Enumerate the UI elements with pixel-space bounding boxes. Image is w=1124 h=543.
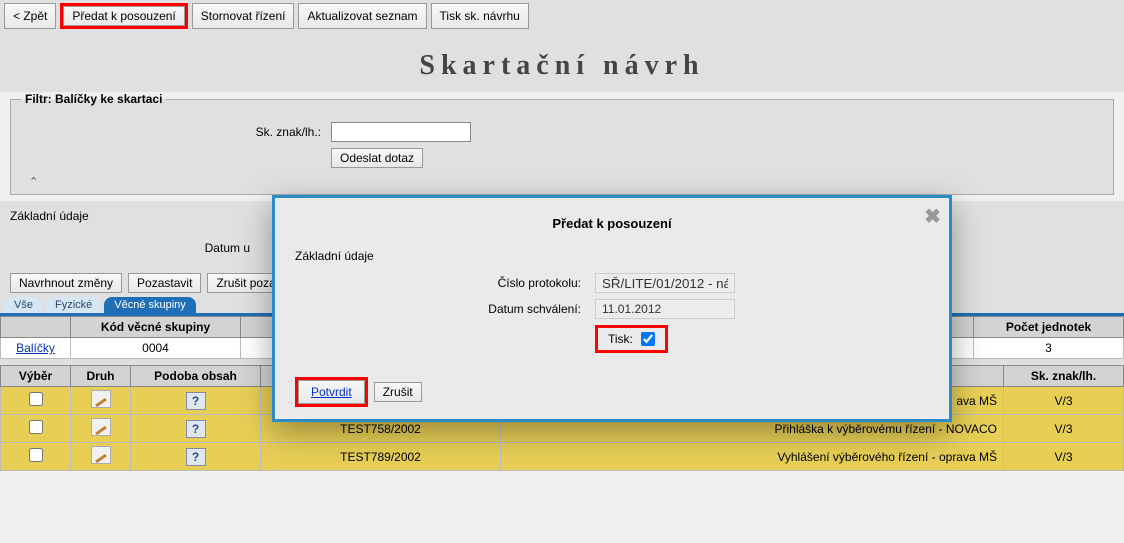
datum-schvaleni-label: Datum schválení:	[295, 302, 595, 316]
filter-legend: Filtr: Balíčky ke skartaci	[21, 92, 166, 106]
zrusit-button[interactable]: Zrušit	[374, 382, 422, 402]
tisk-label: Tisk:	[608, 332, 633, 346]
top-toolbar: < Zpět Předat k posouzení Stornovat říze…	[0, 0, 1124, 32]
odeslat-dotaz-button[interactable]: Odeslat dotaz	[331, 148, 423, 168]
sk-znak-input[interactable]	[331, 122, 471, 142]
collapse-icon[interactable]: ⌃	[21, 174, 46, 190]
sk-znak-label: Sk. znak/lh.:	[21, 125, 321, 139]
pencil-icon[interactable]	[91, 418, 111, 436]
navrhnout-zmeny-button[interactable]: Navrhnout změny	[10, 273, 122, 293]
datum-u-label: Datum u	[10, 241, 250, 255]
detail-th-vyber: Výběr	[1, 366, 71, 387]
cislo-protokolu-label: Číslo protokolu:	[295, 276, 595, 290]
summary-th-pocet: Počet jednotek	[974, 317, 1124, 338]
row-checkbox[interactable]	[29, 448, 43, 462]
row-checkbox[interactable]	[29, 392, 43, 406]
question-icon[interactable]: ?	[186, 392, 206, 410]
balicky-link[interactable]: Balíčky	[16, 341, 55, 355]
potvrdit-button[interactable]: Potvrdit	[298, 380, 365, 404]
detail-th-druh: Druh	[71, 366, 131, 387]
tab-vecne-skupiny[interactable]: Věcné skupiny	[104, 297, 196, 313]
datum-schvaleni-field: 11.01.2012	[595, 299, 735, 319]
tisk-checkbox[interactable]	[641, 332, 655, 346]
back-button[interactable]: < Zpět	[4, 3, 56, 29]
row-checkbox[interactable]	[29, 420, 43, 434]
predat-posouzeni-button[interactable]: Předat k posouzení	[63, 6, 184, 26]
tab-fyzicke[interactable]: Fyzické	[45, 297, 102, 313]
pencil-icon[interactable]	[91, 390, 111, 408]
predat-posouzeni-modal: ✖ Předat k posouzení Základní údaje Čísl…	[272, 195, 952, 422]
highlight-tisk: Tisk:	[595, 325, 668, 353]
summary-th-blank	[1, 317, 71, 338]
row-desc: Vyhlášení výběrového řízení - oprava MŠ	[501, 443, 1004, 471]
detail-th-sk: Sk. znak/lh.	[1004, 366, 1124, 387]
row-sk: V/3	[1004, 415, 1124, 443]
modal-title: Předat k posouzení	[295, 216, 929, 231]
table-row: ? TEST789/2002 Vyhlášení výběrového říze…	[1, 443, 1124, 471]
filter-fieldset: Filtr: Balíčky ke skartaci Sk. znak/lh.:…	[10, 92, 1114, 195]
form-row-datum: Datum schválení: 11.01.2012	[295, 299, 929, 319]
pencil-icon[interactable]	[91, 446, 111, 464]
detail-th-podoba: Podoba obsah	[131, 366, 261, 387]
tab-vse[interactable]: Vše	[4, 297, 43, 313]
summary-th-kod: Kód věcné skupiny	[71, 317, 241, 338]
row-code: TEST789/2002	[261, 443, 501, 471]
row-sk: V/3	[1004, 443, 1124, 471]
highlight-predat: Předat k posouzení	[60, 3, 187, 29]
modal-actions: Potvrdit Zrušit	[295, 377, 929, 407]
summary-kod-cell: 0004	[71, 338, 241, 359]
form-row-tisk: Tisk:	[295, 325, 929, 353]
close-icon[interactable]: ✖	[924, 204, 941, 229]
modal-section-label: Základní údaje	[295, 249, 929, 263]
tisk-navrhu-button[interactable]: Tisk sk. návrhu	[431, 3, 529, 29]
stornovat-rizeni-button[interactable]: Stornovat řízení	[192, 3, 295, 29]
aktualizovat-seznam-button[interactable]: Aktualizovat seznam	[298, 3, 426, 29]
cislo-protokolu-field[interactable]	[595, 273, 735, 293]
question-icon[interactable]: ?	[186, 420, 206, 438]
form-row-cislo: Číslo protokolu:	[295, 273, 929, 293]
page-title: Skartační návrh	[0, 32, 1124, 92]
pozastavit-button[interactable]: Pozastavit	[128, 273, 201, 293]
row-sk: V/3	[1004, 387, 1124, 415]
highlight-potvrdit: Potvrdit	[295, 377, 368, 407]
summary-pocet-cell: 3	[974, 338, 1124, 359]
question-icon[interactable]: ?	[186, 448, 206, 466]
